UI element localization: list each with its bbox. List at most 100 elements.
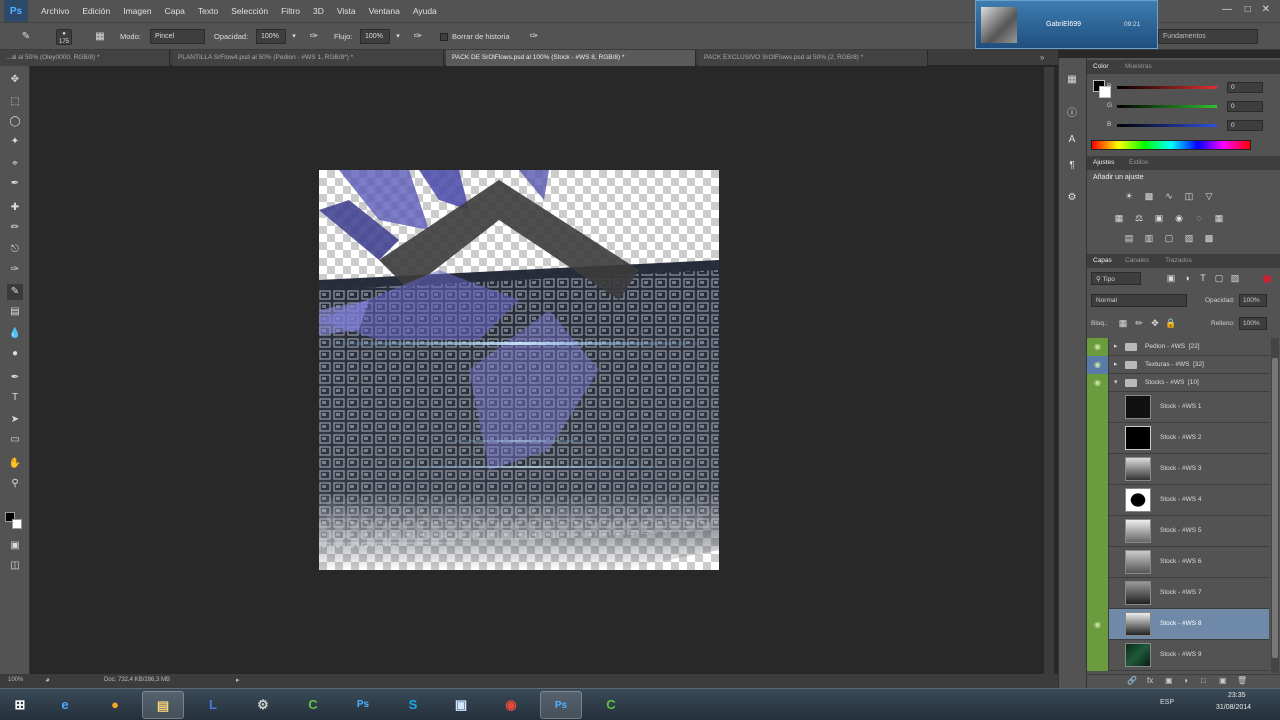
blue-slider[interactable]: B 0 (1107, 120, 1267, 132)
chrome-icon[interactable]: ◉ (490, 691, 532, 719)
lock-all-icon[interactable]: 🔒 (1165, 317, 1177, 329)
lock-position-icon[interactable]: ✥ (1149, 317, 1161, 329)
quick-mask-icon[interactable]: ▣ (7, 538, 23, 554)
visibility-eye-icon[interactable]: ◉ (1087, 356, 1109, 374)
tab-adjustments[interactable]: Ajustes (1093, 159, 1114, 166)
color-lookup-icon[interactable]: ▦ (1213, 212, 1225, 224)
workspace-select[interactable]: Fundamentos (1158, 29, 1258, 44)
clock-date[interactable]: 31/08/2014 (1216, 704, 1251, 711)
color-spectrum-bar[interactable] (1091, 140, 1251, 150)
pen-tool-icon[interactable]: ✒ (7, 370, 23, 386)
steam-icon[interactable]: ⚙ (242, 691, 284, 719)
tab-styles[interactable]: Estilos (1129, 159, 1148, 166)
horizontal-scrollbar[interactable] (250, 674, 1058, 688)
filter-smart-object-icon[interactable]: ▨ (1229, 272, 1241, 284)
layer-row[interactable]: Stock - #WS 5 (1087, 516, 1269, 547)
tab-document-4[interactable]: PACK EXCLUSIVO SrOlFlows.psd al 50% (2, … (698, 50, 928, 66)
tab-swatches[interactable]: Muestras (1125, 63, 1152, 70)
menu-archivo[interactable]: Archivo (41, 6, 69, 16)
tab-paths[interactable]: Trazados (1165, 257, 1192, 264)
start-button[interactable]: ⊞ (0, 691, 40, 719)
skype-icon[interactable]: S (392, 691, 434, 719)
photo-filter-icon[interactable]: ◉ (1173, 212, 1185, 224)
red-value[interactable]: 0 (1227, 82, 1263, 93)
green-track[interactable] (1117, 105, 1217, 108)
red-slider[interactable]: R 0 (1107, 82, 1267, 94)
tab-document-1[interactable]: ...al al 50% (Oley0000, RGB/8) * (0, 50, 170, 66)
character-panel-icon[interactable]: A (1064, 132, 1080, 148)
path-select-tool-icon[interactable]: ➤ (7, 412, 23, 428)
language-indicator[interactable]: ESP (1160, 699, 1174, 706)
history-checkbox[interactable] (440, 33, 448, 41)
gradient-tool-icon[interactable]: ▤ (7, 304, 23, 320)
window-icon[interactable]: ▣ (440, 691, 482, 719)
filter-type-icon[interactable]: T (1197, 272, 1209, 284)
menu-edicion[interactable]: Edición (82, 6, 110, 16)
layer-row[interactable]: Stock - #WS 3 (1087, 454, 1269, 485)
tablet-opacity-icon[interactable]: ✑ (306, 29, 322, 45)
blend-mode-select[interactable]: Normal (1091, 294, 1187, 307)
exposure-icon[interactable]: ◫ (1183, 190, 1195, 202)
vibrance-icon[interactable]: ▽ (1203, 190, 1215, 202)
lasso-tool-icon[interactable]: ◯ (7, 114, 23, 130)
paragraph-panel-icon[interactable]: ¶ (1064, 158, 1080, 174)
clock-time[interactable]: 23:35 (1228, 692, 1246, 699)
layer-row[interactable]: Stock - #WS 6 (1087, 547, 1269, 578)
visibility-eye-icon[interactable] (1087, 547, 1109, 578)
layer-row-selected[interactable]: ◉ Stock - #WS 8 (1087, 609, 1269, 640)
menu-filtro[interactable]: Filtro (281, 6, 300, 16)
visibility-eye-icon[interactable]: ◉ (1087, 374, 1109, 392)
fill-field[interactable]: 100% (1239, 317, 1267, 330)
opacity-dropdown-icon[interactable]: ▾ (286, 29, 302, 45)
visibility-eye-icon[interactable] (1087, 640, 1109, 671)
blue-track[interactable] (1117, 124, 1217, 127)
media-icon[interactable]: ● (94, 691, 136, 719)
menu-imagen[interactable]: Imagen (123, 6, 151, 16)
status-menu-icon[interactable]: ▸ (236, 676, 240, 684)
blur-tool-icon[interactable]: 💧 (7, 326, 23, 342)
hue-saturation-icon[interactable]: ▦ (1113, 212, 1125, 224)
eyedropper-tool-icon[interactable]: ✒ (7, 176, 23, 192)
layer-group[interactable]: ◉ ▾ Stocks - #WS [10] (1087, 374, 1269, 392)
channel-mixer-icon[interactable]: ◌ (1193, 212, 1205, 224)
zoom-tool-icon[interactable]: ⚲ (7, 476, 23, 492)
shape-tool-icon[interactable]: ▭ (7, 432, 23, 448)
move-tool-icon[interactable]: ✥ (7, 72, 23, 88)
tab-layers[interactable]: Capas (1093, 257, 1112, 264)
healing-tool-icon[interactable]: ✚ (7, 200, 23, 216)
layers-scrollbar[interactable] (1271, 338, 1279, 673)
green-slider[interactable]: G 0 (1107, 101, 1267, 113)
layer-filter-select[interactable]: ⚲ Tipo (1091, 272, 1141, 285)
filter-shape-icon[interactable]: ▢ (1213, 272, 1225, 284)
collapse-triangle-icon[interactable]: ▾ (1114, 378, 1118, 386)
menu-3d[interactable]: 3D (313, 6, 324, 16)
filter-adjustment-icon[interactable]: ◑ (1181, 272, 1193, 284)
file-explorer-icon[interactable]: ▤ (142, 691, 184, 719)
internet-explorer-icon[interactable]: e (44, 691, 86, 719)
red-track[interactable] (1117, 86, 1217, 89)
layer-group[interactable]: ◉ ▸ Pedion - #WS [22] (1087, 338, 1269, 356)
camtasia-icon[interactable]: C (292, 691, 334, 719)
type-tool-icon[interactable]: T (7, 390, 23, 406)
delete-layer-icon[interactable]: 🗑 (1237, 676, 1247, 685)
visibility-eye-icon[interactable]: ◉ (1087, 338, 1109, 356)
tablet-size-icon[interactable]: ✑ (526, 29, 542, 45)
zoom-level[interactable]: 100% (8, 677, 23, 683)
filter-toggle-icon[interactable] (1263, 275, 1271, 283)
new-group-icon[interactable]: □ (1201, 676, 1206, 685)
brush-tool-icon[interactable]: ✏ (7, 220, 23, 236)
invert-icon[interactable]: ▤ (1123, 232, 1135, 244)
link-layers-icon[interactable]: 🔗 (1127, 676, 1137, 685)
history-panel-icon[interactable]: ▦ (1064, 72, 1080, 88)
history-brush-tool-icon[interactable]: ✑ (7, 262, 23, 278)
visibility-eye-icon[interactable] (1087, 578, 1109, 609)
visibility-eye-icon[interactable]: ◉ (1087, 609, 1109, 640)
notification-popup[interactable]: GabriEl699 09:21 (975, 0, 1158, 49)
quick-select-tool-icon[interactable]: ✦ (7, 134, 23, 150)
lock-transparent-icon[interactable]: ▦ (1117, 317, 1129, 329)
blue-value[interactable]: 0 (1227, 120, 1263, 131)
status-info-icon[interactable]: ◕ (45, 675, 50, 684)
lol-icon[interactable]: L (192, 691, 234, 719)
close-icon[interactable]: ✕ (1262, 4, 1270, 15)
layer-group[interactable]: ◉ ▸ Texturas - #WS [32] (1087, 356, 1269, 374)
